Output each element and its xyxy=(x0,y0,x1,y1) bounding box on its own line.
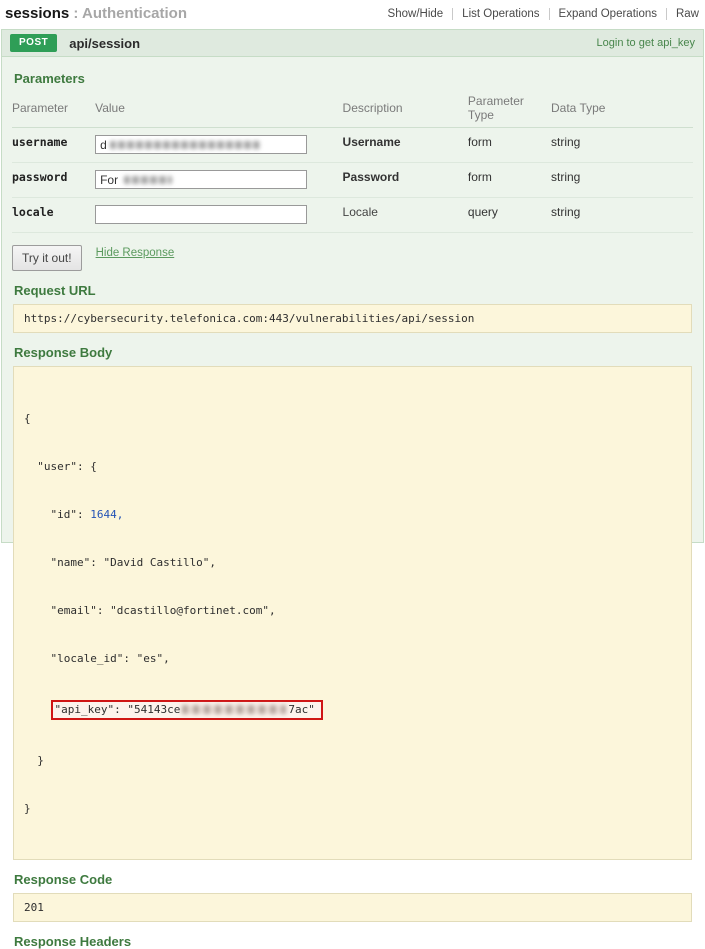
show-hide-link[interactable]: Show/Hide xyxy=(388,8,444,20)
operation-api-session: POST api/session Login to get api_key Pa… xyxy=(1,29,704,543)
response-body-block: { "user": { "id": 1644, "name": "David C… xyxy=(13,366,692,860)
param-name-locale: locale xyxy=(12,205,54,219)
redacted-api-key-value xyxy=(182,705,286,714)
param-desc-password: Password xyxy=(343,170,400,184)
param-type-locale: query xyxy=(468,205,498,219)
json-line: "name": "David Castillo", xyxy=(24,555,681,571)
column-value: Value xyxy=(95,92,342,128)
json-value-id: 1644, xyxy=(90,508,123,521)
json-line: { xyxy=(24,411,681,427)
swagger-page: sessions : Authentication Show/Hide List… xyxy=(0,0,705,543)
json-line: } xyxy=(24,753,681,769)
request-url-value: https://cybersecurity.telefonica.com:443… xyxy=(13,304,692,333)
param-row-locale: locale Locale query string xyxy=(12,198,693,233)
column-parameter-type: Parameter Type xyxy=(468,92,551,128)
parameters-header-row: Parameter Value Description Parameter Ty… xyxy=(12,92,693,128)
data-type-username: string xyxy=(551,135,580,149)
api-key-prefix: "api_key": "54143ce xyxy=(55,703,181,716)
list-operations-link[interactable]: List Operations xyxy=(462,8,539,20)
column-description: Description xyxy=(343,92,468,128)
param-row-password: password Password form string xyxy=(12,163,693,198)
login-get-api-key-link[interactable]: Login to get api_key xyxy=(597,37,695,49)
data-type-password: string xyxy=(551,170,580,184)
hide-response-link[interactable]: Hide Response xyxy=(96,247,175,259)
api-key-suffix: 7ac" xyxy=(288,703,315,716)
json-line: "email": "dcastillo@fortinet.com", xyxy=(24,603,681,619)
param-desc-locale: Locale xyxy=(343,205,378,219)
param-type-username: form xyxy=(468,135,492,149)
json-line-api-key: "api_key": "54143ce 7ac" xyxy=(24,699,681,721)
json-key-id: "id": xyxy=(24,508,90,521)
response-body-heading: Response Body xyxy=(14,345,693,360)
operation-path-link[interactable]: api/session xyxy=(69,36,140,51)
param-desc-username: Username xyxy=(343,135,401,149)
json-line: "user": { xyxy=(24,459,681,475)
separator xyxy=(549,8,550,20)
data-type-locale: string xyxy=(551,205,580,219)
resource-description: : Authentication xyxy=(69,5,187,22)
parameters-table: Parameter Value Description Parameter Ty… xyxy=(12,92,693,233)
username-input[interactable] xyxy=(95,135,307,154)
operation-heading[interactable]: POST api/session Login to get api_key xyxy=(1,29,704,57)
resource-header: sessions : Authentication Show/Hide List… xyxy=(0,0,705,26)
json-line: "locale_id": "es", xyxy=(24,651,681,667)
expand-operations-link[interactable]: Expand Operations xyxy=(559,8,657,20)
parameters-heading: Parameters xyxy=(14,71,693,86)
resource-actions: Show/Hide List Operations Expand Operati… xyxy=(388,8,699,20)
param-row-username: username Username form string xyxy=(12,128,693,163)
column-data-type: Data Type xyxy=(551,92,693,128)
operation-content: Parameters Parameter Value Description P… xyxy=(1,57,704,543)
request-url-heading: Request URL xyxy=(14,283,693,298)
response-headers-heading: Response Headers xyxy=(14,934,693,949)
password-input[interactable] xyxy=(95,170,307,189)
separator xyxy=(452,8,453,20)
post-method-badge[interactable]: POST xyxy=(10,34,57,52)
raw-link[interactable]: Raw xyxy=(676,8,699,20)
resource-name-link[interactable]: sessions xyxy=(5,5,69,22)
json-line-id: "id": 1644, xyxy=(24,507,681,523)
actions-row: Try it out! Hide Response xyxy=(12,245,693,271)
username-input-wrap xyxy=(95,135,307,154)
json-indent xyxy=(24,703,51,716)
response-code-value: 201 xyxy=(13,893,692,922)
column-parameter: Parameter xyxy=(12,92,95,128)
separator xyxy=(666,8,667,20)
api-key-highlight-box: "api_key": "54143ce 7ac" xyxy=(51,700,323,720)
locale-input-wrap xyxy=(95,205,307,224)
param-name-username: username xyxy=(12,135,67,149)
password-input-wrap xyxy=(95,170,307,189)
resource-title: sessions : Authentication xyxy=(5,5,187,22)
param-type-password: form xyxy=(468,170,492,184)
locale-input[interactable] xyxy=(95,205,307,224)
param-name-password: password xyxy=(12,170,67,184)
try-it-out-button[interactable]: Try it out! xyxy=(12,245,82,271)
response-code-heading: Response Code xyxy=(14,872,693,887)
json-line: } xyxy=(24,801,681,817)
